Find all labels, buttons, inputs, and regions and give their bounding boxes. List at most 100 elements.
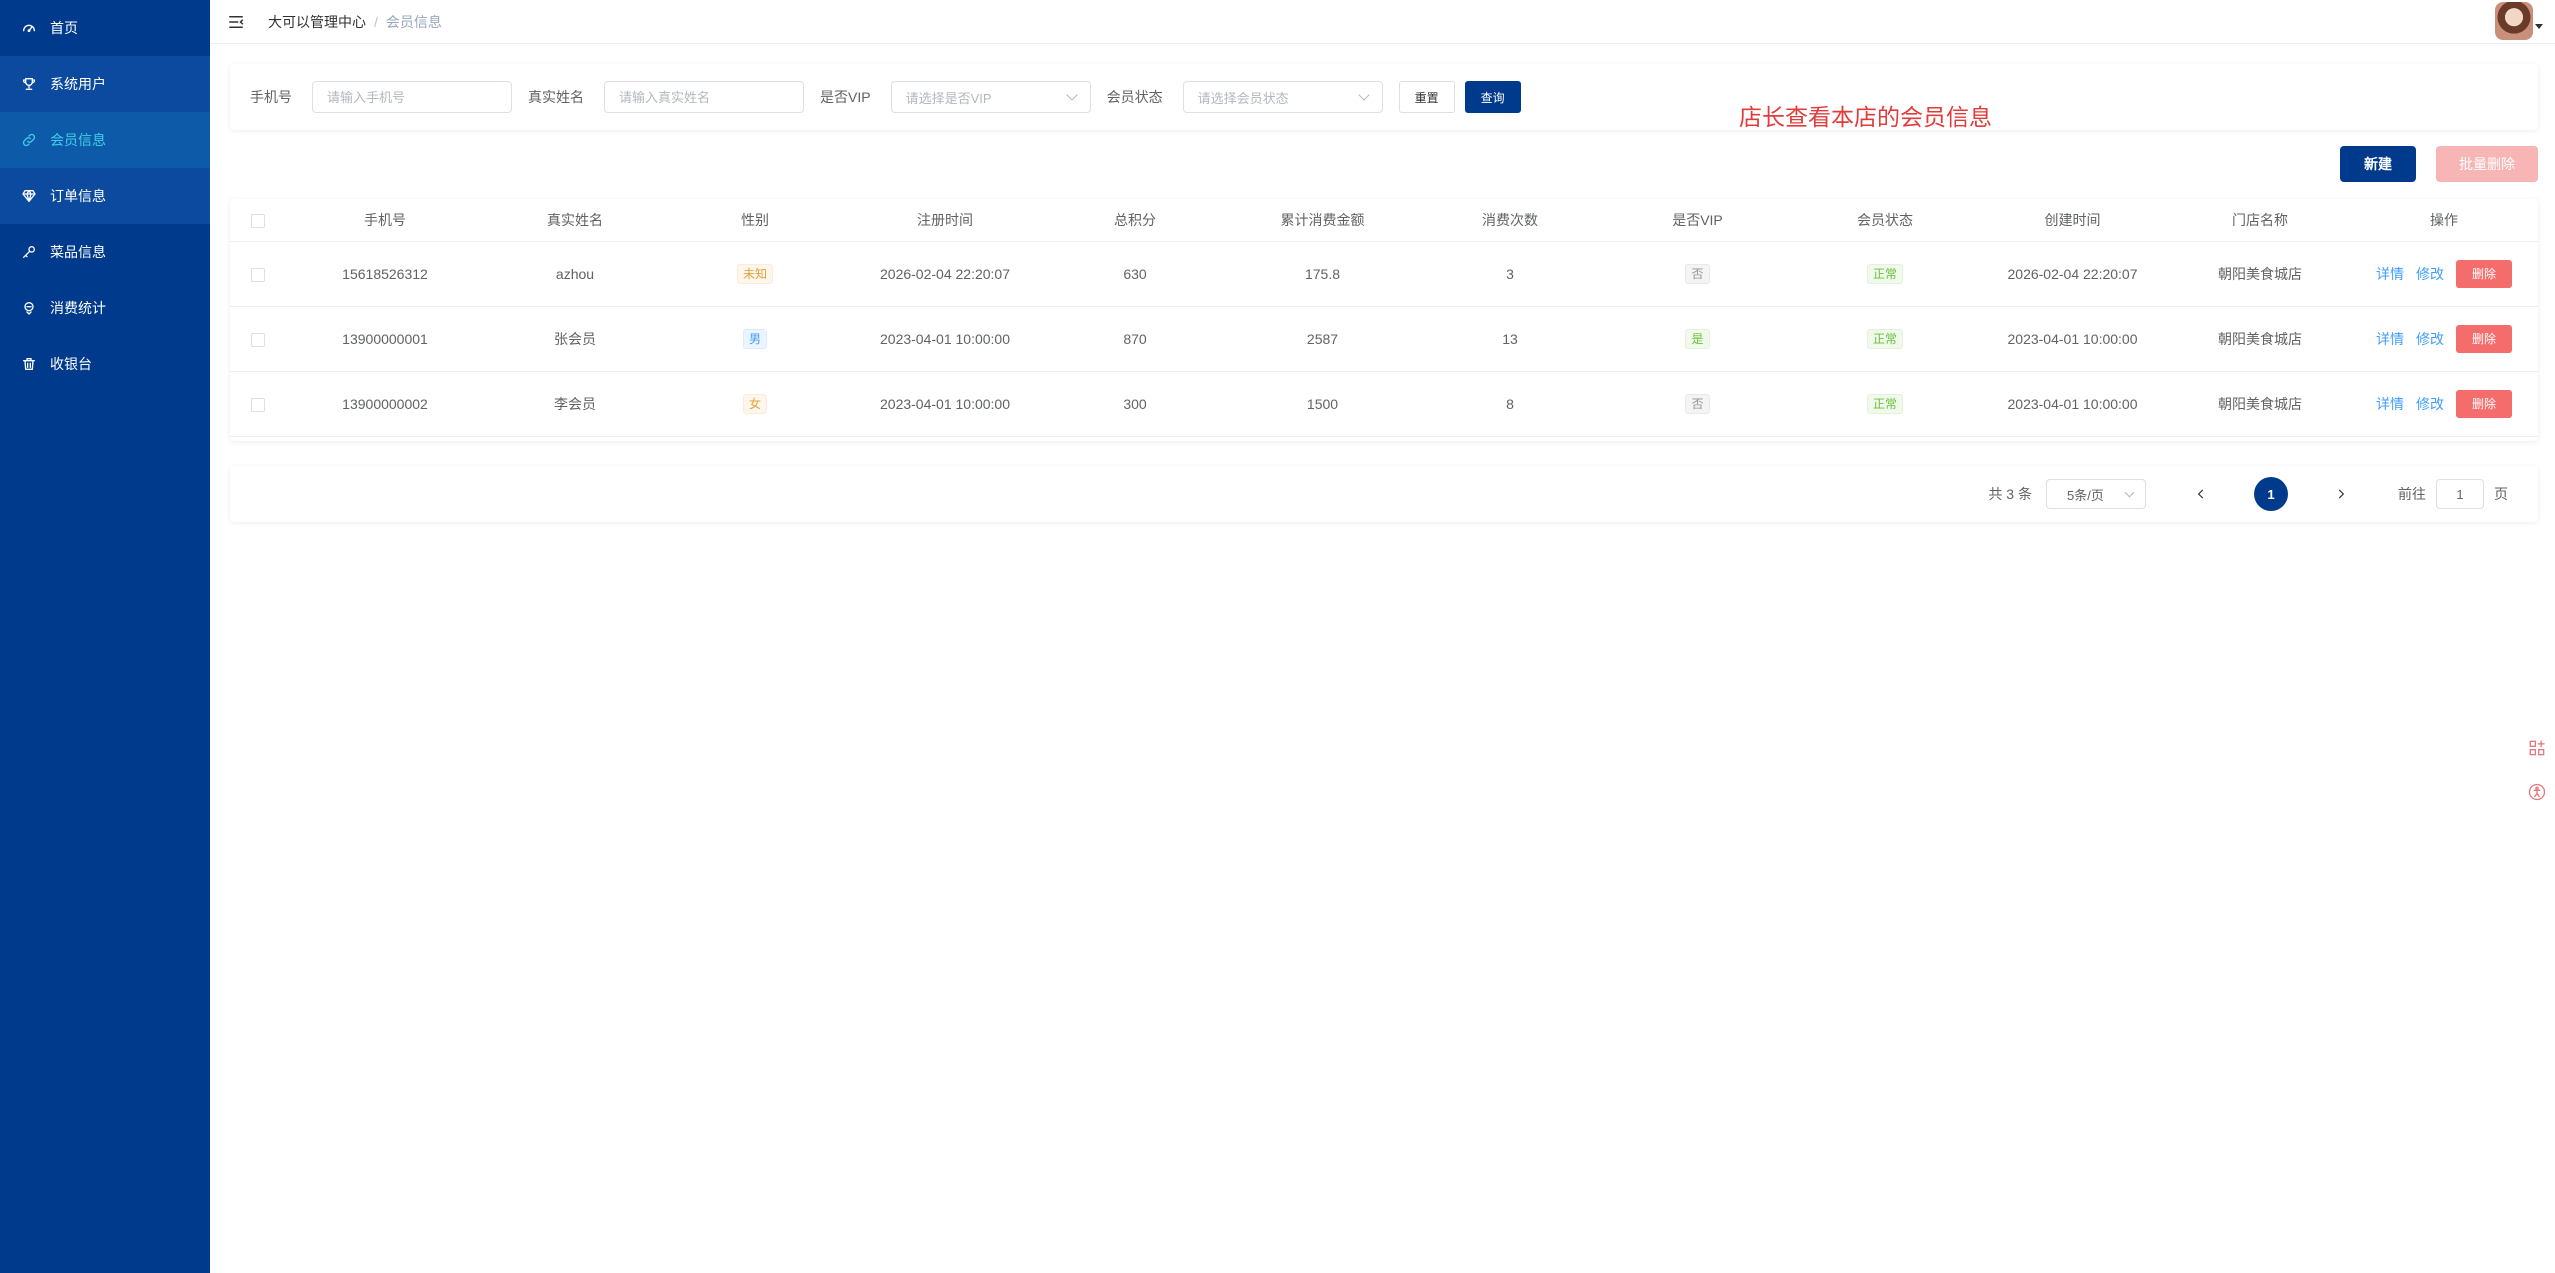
status-select-placeholder: 请选择会员状态 (1197, 90, 1289, 106)
avatar[interactable] (2495, 2, 2533, 40)
chart-icon (20, 299, 38, 317)
ops-cell: 详情 修改 删除 (2350, 371, 2538, 437)
total-count: 共 3 条 (1988, 486, 2032, 502)
row-checkbox[interactable] (250, 397, 265, 412)
created-cell: 2023-04-01 10:00:00 (1975, 306, 2170, 372)
sidebar-item-system-users[interactable]: 系统用户 (0, 56, 210, 112)
points-cell: 630 (1045, 241, 1225, 307)
name-label: 真实姓名 (528, 89, 584, 105)
phone-input[interactable] (312, 81, 512, 113)
edit-link[interactable]: 修改 (2416, 264, 2444, 284)
sidebar-item-orders[interactable]: 订单信息 (0, 168, 210, 224)
layout-grid-icon[interactable] (2525, 736, 2549, 760)
store-cell: 朝阳美食城店 (2170, 241, 2350, 307)
detail-link[interactable]: 详情 (2376, 264, 2404, 284)
chevron-down-icon (1065, 89, 1078, 101)
vip-select[interactable]: 请选择是否VIP (890, 81, 1091, 113)
accessibility-icon[interactable] (2525, 780, 2549, 804)
phone-label: 手机号 (250, 89, 292, 105)
row-checkbox[interactable] (250, 267, 265, 282)
next-page-icon[interactable] (2326, 479, 2356, 509)
column-header: 消费次数 (1420, 199, 1600, 242)
gender-cell: 未知 (665, 241, 845, 307)
sidebar: 首页 系统用户 会员信息 订单信息 菜品信息 消费统计 收银台 (0, 0, 210, 1273)
row-checkbox[interactable] (250, 332, 265, 347)
table-row: 15618526312 azhou 未知 2026-02-04 22:20:07… (230, 241, 2538, 307)
edit-link[interactable]: 修改 (2416, 329, 2444, 349)
total-spend-cell: 1500 (1225, 371, 1420, 437)
sidebar-item-label: 菜品信息 (50, 244, 106, 260)
reg-time-cell: 2023-04-01 10:00:00 (845, 371, 1045, 437)
query-button[interactable]: 查询 (1464, 81, 1521, 113)
name-cell: azhou (485, 241, 665, 307)
detail-link[interactable]: 详情 (2376, 394, 2404, 414)
store-cell: 朝阳美食城店 (2170, 371, 2350, 437)
status-cell: 正常 (1795, 306, 1975, 372)
column-header: 门店名称 (2170, 199, 2350, 242)
pagination: 共 3 条 5条/页 1 前往 1 页 (1988, 477, 2508, 511)
link-icon (20, 131, 38, 149)
reset-button[interactable]: 重置 (1398, 81, 1455, 113)
pagination-bar: 共 3 条 5条/页 1 前往 1 页 (230, 466, 2538, 522)
points-cell: 870 (1045, 306, 1225, 372)
created-cell: 2026-02-04 22:20:07 (1975, 241, 2170, 307)
total-spend-cell: 175.8 (1225, 241, 1420, 307)
column-header: 性别 (665, 199, 845, 242)
sidebar-item-dishes[interactable]: 菜品信息 (0, 224, 210, 280)
status-tag: 正常 (1866, 328, 1903, 349)
reg-time-cell: 2023-04-01 10:00:00 (845, 306, 1045, 372)
sidebar-item-label: 订单信息 (50, 188, 106, 204)
sidebar-item-members[interactable]: 会员信息 (0, 112, 210, 168)
gender-cell: 男 (665, 306, 845, 372)
select-all-checkbox[interactable] (250, 213, 265, 228)
sidebar-item-consumption-stats[interactable]: 消费统计 (0, 280, 210, 336)
total-spend-cell: 2587 (1225, 306, 1420, 372)
edit-link[interactable]: 修改 (2416, 394, 2444, 414)
delete-button[interactable]: 删除 (2456, 389, 2512, 418)
batch-delete-button[interactable]: 批量删除 (2436, 146, 2538, 182)
sidebar-item-cashier[interactable]: 收银台 (0, 336, 210, 392)
sidebar-item-label: 系统用户 (50, 76, 106, 92)
member-table: 手机号 真实姓名 性别 注册时间 总积分 累计消费金额 消费次数 是否VIP 会… (230, 199, 2538, 441)
gender-cell: 女 (665, 371, 845, 437)
real-name-input[interactable] (604, 81, 804, 113)
vip-cell: 否 (1600, 241, 1795, 307)
goto-page-input[interactable]: 1 (2436, 479, 2484, 509)
status-label: 会员状态 (1106, 89, 1163, 105)
trophy-icon (20, 75, 38, 93)
table-header-row: 手机号 真实姓名 性别 注册时间 总积分 累计消费金额 消费次数 是否VIP 会… (230, 199, 2538, 242)
page-size-select[interactable]: 5条/页 (2046, 479, 2146, 509)
ops-cell: 详情 修改 删除 (2350, 306, 2538, 372)
column-header: 真实姓名 (485, 199, 665, 242)
status-tag: 正常 (1866, 263, 1903, 284)
column-header: 累计消费金额 (1225, 199, 1420, 242)
vip-tag: 否 (1685, 263, 1710, 284)
chevron-down-icon (1357, 89, 1370, 101)
row-select-cell (230, 306, 285, 372)
column-header: 是否VIP (1600, 199, 1795, 242)
sidebar-item-home[interactable]: 首页 (0, 0, 210, 56)
caret-down-icon[interactable] (2535, 24, 2543, 29)
delete-button[interactable]: 删除 (2456, 259, 2512, 288)
name-cell: 李会员 (485, 371, 665, 437)
diamond-icon (20, 187, 38, 205)
status-select[interactable]: 请选择会员状态 (1182, 81, 1383, 113)
breadcrumb-root[interactable]: 大可以管理中心 (268, 12, 366, 32)
menu-toggle-icon[interactable] (226, 12, 246, 32)
table-row: 13900000002 李会员 女 2023-04-01 10:00:00 30… (230, 371, 2538, 437)
table-row: 13900000001 张会员 男 2023-04-01 10:00:00 87… (230, 306, 2538, 372)
page-number-current[interactable]: 1 (2254, 477, 2288, 511)
delete-button[interactable]: 删除 (2456, 324, 2512, 353)
vip-tag: 否 (1685, 393, 1710, 414)
column-header: 操作 (2350, 199, 2538, 242)
trash-icon (20, 355, 38, 373)
detail-link[interactable]: 详情 (2376, 329, 2404, 349)
column-header: 手机号 (285, 199, 485, 242)
sidebar-item-label: 消费统计 (50, 300, 106, 316)
prev-page-icon[interactable] (2186, 479, 2216, 509)
name-cell: 张会员 (485, 306, 665, 372)
page-suffix: 页 (2494, 486, 2508, 502)
vip-label: 是否VIP (820, 89, 871, 105)
new-button[interactable]: 新建 (2340, 146, 2416, 182)
sidebar-item-label: 会员信息 (50, 132, 106, 148)
